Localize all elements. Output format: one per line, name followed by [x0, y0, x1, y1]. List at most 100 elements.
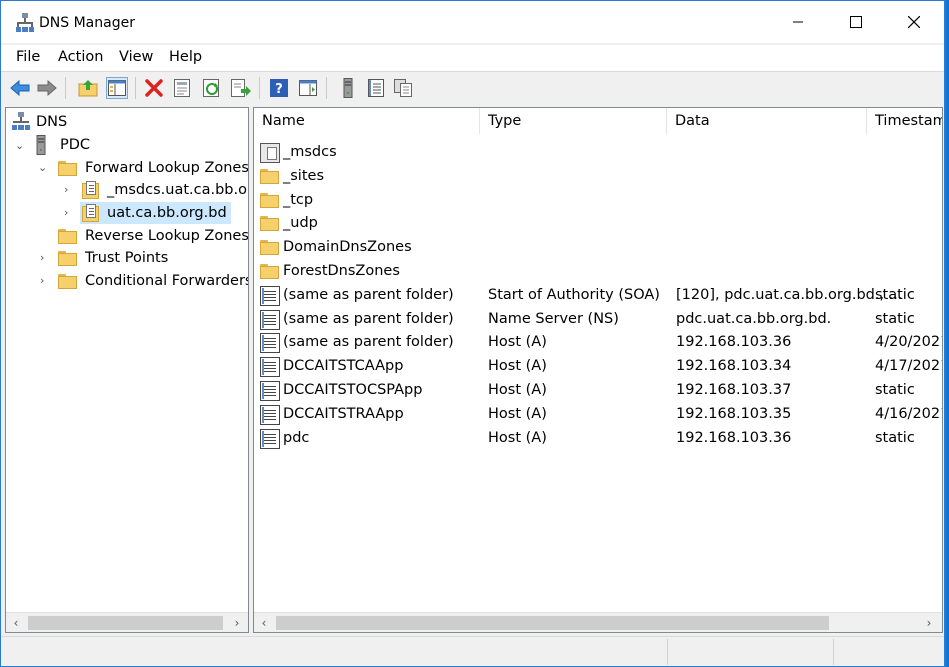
column-header-type[interactable]: Type: [480, 108, 667, 134]
title-bar[interactable]: DNS Manager: [1, 1, 944, 43]
tree-item-zone-msdcs[interactable]: _msdcs.uat.ca.bb.org.bd: [82, 179, 248, 201]
tree-horizontal-scrollbar[interactable]: ‹ ›: [6, 612, 248, 632]
tree-item-reverse-lookup-zones[interactable]: Reverse Lookup Zones: [58, 225, 248, 247]
table-row[interactable]: (same as parent folder) Start of Authorit…: [254, 284, 942, 308]
table-row[interactable]: DomainDnsZones: [254, 236, 942, 260]
tree-item-zone-uat[interactable]: uat.ca.bb.org.bd: [80, 202, 231, 224]
back-button[interactable]: [9, 77, 31, 99]
tree-label-dns: DNS: [36, 114, 68, 130]
chevron-down-icon[interactable]: ⌄: [38, 161, 48, 174]
export-list-button[interactable]: [230, 77, 252, 99]
scrollbar-thumb[interactable]: [276, 616, 829, 630]
record-icon: [260, 381, 280, 401]
chevron-right-icon[interactable]: ›: [40, 274, 50, 287]
table-row[interactable]: _sites: [254, 165, 942, 189]
record-name: DCCAITSTCAApp: [283, 358, 404, 375]
copy-button[interactable]: [392, 77, 414, 99]
server-button[interactable]: [337, 77, 359, 99]
table-row[interactable]: ForestDnsZones: [254, 260, 942, 284]
record-name: (same as parent folder): [283, 286, 454, 303]
minimize-icon: [793, 21, 803, 23]
new-record-icon: [368, 79, 384, 97]
status-bar: [1, 636, 944, 666]
close-button[interactable]: [885, 1, 943, 43]
record-name: DCCAITSTRAApp: [283, 405, 404, 422]
maximize-button[interactable]: [827, 1, 885, 43]
folder-icon: [260, 264, 279, 279]
record-type: Host (A): [488, 382, 547, 398]
tree-item-forward-lookup-zones[interactable]: Forward Lookup Zones: [58, 157, 248, 179]
record-icon: [260, 404, 280, 425]
zone-icon: [82, 181, 99, 199]
tree-item-dns[interactable]: DNS: [12, 111, 67, 133]
table-row[interactable]: _udp: [254, 212, 942, 236]
help-button[interactable]: ?: [268, 77, 290, 99]
list-horizontal-scrollbar[interactable]: ‹ ›: [254, 612, 942, 632]
menu-view[interactable]: View: [119, 49, 153, 65]
record-type: Host (A): [488, 358, 547, 375]
scrollbar-thumb[interactable]: [28, 616, 223, 630]
record-timestamp: static: [875, 286, 915, 303]
maximize-icon: [850, 16, 862, 28]
folder-icon: [58, 160, 77, 176]
forward-button[interactable]: [36, 77, 58, 99]
refresh-button[interactable]: [201, 77, 223, 99]
tree-label-zone1: _msdcs.uat.ca.bb.org.bd: [107, 182, 248, 198]
scroll-right-icon[interactable]: ›: [230, 616, 244, 630]
svg-text:?: ?: [275, 82, 283, 97]
table-row[interactable]: (same as parent folder) Host (A) 192.168.1…: [254, 331, 942, 355]
record-data: 192.168.103.34: [676, 358, 792, 375]
chevron-right-icon[interactable]: ›: [64, 183, 74, 196]
record-icon: [260, 357, 280, 378]
delete-button[interactable]: [143, 77, 165, 99]
minimize-button[interactable]: [769, 1, 827, 43]
record-name: _msdcs: [283, 144, 337, 160]
menu-action[interactable]: Action: [58, 49, 103, 65]
table-row[interactable]: DCCAITSTRAApp Host (A) 192.168.103.35 4/16/…: [254, 403, 943, 427]
folder-icon: [260, 168, 279, 184]
table-row[interactable]: _msdcs: [254, 141, 942, 165]
scroll-right-icon[interactable]: ›: [922, 616, 936, 630]
toolbar-separator: [326, 77, 327, 99]
scroll-left-icon[interactable]: ‹: [9, 616, 23, 630]
tree-label-conditional: Conditional Forwarders: [85, 273, 249, 289]
show-action-pane-button[interactable]: [297, 77, 319, 99]
delegated-zone-icon: [260, 143, 280, 163]
refresh-icon: [203, 79, 219, 97]
menu-file[interactable]: File: [16, 49, 40, 65]
folder-icon: [58, 250, 77, 266]
record-type: Name Server (NS): [488, 310, 619, 327]
tree-item-conditional-forwarders[interactable]: Conditional Forwarders: [58, 270, 249, 292]
tree-label-trust: Trust Points: [85, 250, 169, 266]
table-row[interactable]: pdc Host (A) 192.168.103.36 static: [254, 427, 942, 451]
chevron-down-icon[interactable]: ⌄: [15, 139, 25, 152]
up-one-level-button[interactable]: [77, 77, 99, 99]
table-row[interactable]: (same as parent folder) Name Server (NS) p…: [254, 308, 942, 332]
tree-item-trust-points[interactable]: Trust Points: [58, 247, 168, 269]
delete-icon: [145, 79, 163, 97]
column-header-name[interactable]: Name: [254, 108, 480, 134]
record-type: Host (A): [488, 334, 547, 351]
table-row[interactable]: DCCAITSTOCSPApp Host (A) 192.168.103.37 sta…: [254, 379, 942, 403]
menu-help[interactable]: Help: [169, 49, 202, 65]
scroll-left-icon[interactable]: ‹: [257, 616, 271, 630]
back-arrow-icon: [10, 80, 30, 96]
show-hide-tree-icon: [108, 80, 126, 96]
record-data: 192.168.103.36: [676, 334, 792, 351]
chevron-right-icon[interactable]: ›: [40, 251, 50, 264]
table-row[interactable]: _tcp: [254, 189, 942, 213]
table-row[interactable]: DCCAITSTCAApp Host (A) 192.168.103.34 4/17/…: [254, 355, 942, 379]
tree-item-pdc[interactable]: PDC: [36, 134, 90, 156]
column-header-data[interactable]: Data: [667, 108, 867, 134]
column-header-timestamp[interactable]: Timestamp: [867, 108, 942, 134]
record-name: DCCAITSTOCSPApp: [283, 382, 423, 398]
show-hide-console-tree-button[interactable]: [106, 77, 128, 99]
new-record-button[interactable]: [365, 77, 387, 99]
record-data: 192.168.103.35: [676, 405, 792, 422]
record-name: _sites: [283, 167, 324, 184]
help-icon: ?: [270, 79, 288, 97]
properties-button[interactable]: [171, 77, 193, 99]
chevron-right-icon[interactable]: ›: [64, 206, 74, 219]
toolbar-separator: [259, 77, 260, 99]
record-timestamp: 4/16/2021: [875, 405, 943, 422]
